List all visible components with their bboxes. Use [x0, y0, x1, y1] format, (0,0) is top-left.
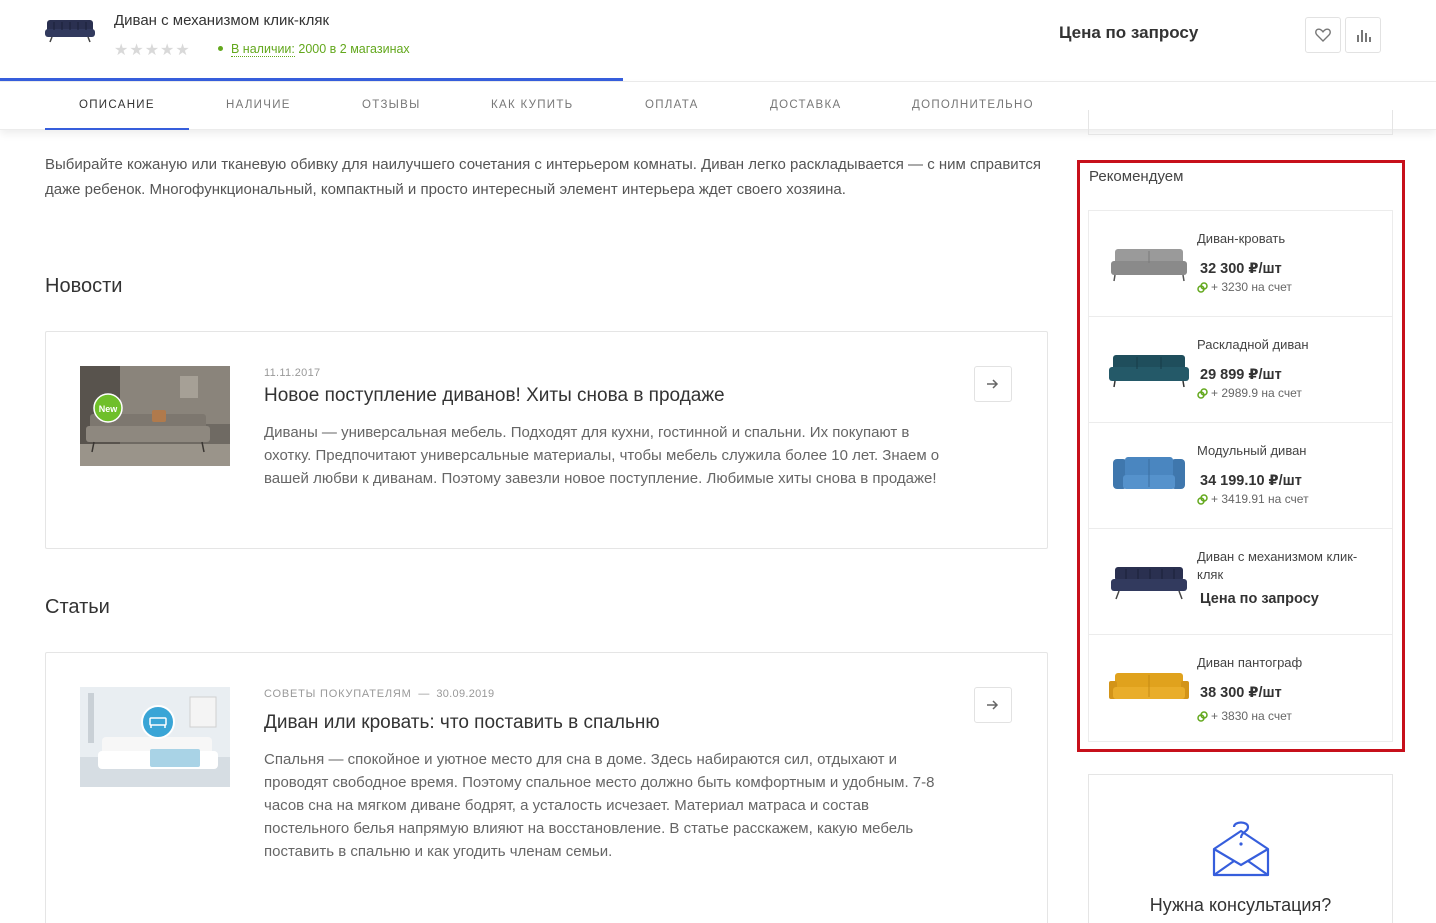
article-image[interactable] [80, 687, 230, 787]
header-price: Цена по запросу [1059, 23, 1199, 42]
bar-chart-icon [1357, 30, 1371, 42]
tab-delivery[interactable]: ДОСТАВКА [770, 82, 841, 130]
news-heading: Новости [45, 275, 123, 297]
stock-dot-icon [218, 46, 223, 51]
article-section[interactable]: Советы покупателям [264, 688, 412, 700]
arrow-right-icon [987, 379, 999, 389]
arrow-right-icon [987, 700, 999, 710]
scroll-progress-bar [0, 78, 623, 81]
rating-stars[interactable]: ★★★★★ [114, 40, 191, 60]
compare-button[interactable] [1345, 17, 1381, 53]
tab-how-to-buy[interactable]: КАК КУПИТЬ [491, 82, 574, 130]
news-date: 11.11.2017 [264, 367, 321, 379]
stock-status: В наличии: 2000 в 2 магазинах [218, 42, 410, 57]
sidebar-top-block [1088, 110, 1393, 135]
news-title[interactable]: Новое поступление диванов! Хиты снова в … [264, 385, 725, 407]
product-description: Выбирайте кожаную или тканевую обивку дл… [45, 156, 1042, 198]
product-title: Диван с механизмом клик-кляк [114, 12, 330, 29]
new-badge: New [99, 404, 119, 414]
recommend-highlight-frame [1077, 160, 1405, 752]
article-meta: Советы покупателям — 30.09.2019 [264, 688, 494, 700]
product-thumbnail [45, 20, 95, 43]
tab-payment[interactable]: ОПЛАТА [645, 82, 699, 130]
tab-description[interactable]: ОПИСАНИЕ [45, 82, 189, 130]
article-arrow-button[interactable] [974, 687, 1012, 723]
tab-availability[interactable]: НАЛИЧИЕ [226, 82, 291, 130]
stock-count: 2000 в 2 магазинах [298, 42, 410, 56]
consultation-title: Нужна консультация? [1149, 895, 1332, 915]
consultation-block[interactable]: Нужна консультация? [1088, 774, 1393, 923]
news-text: Диваны — универсальная мебель. Подходят … [264, 424, 940, 487]
mail-question-icon [1212, 821, 1270, 877]
tab-reviews[interactable]: ОТЗЫВЫ [362, 82, 421, 130]
tab-additional[interactable]: ДОПОЛНИТЕЛЬНО [912, 82, 1034, 130]
article-card[interactable]: Советы покупателям — 30.09.2019 Диван ил… [45, 652, 1048, 923]
articles-heading: Статьи [45, 596, 110, 618]
article-meta-separator: — [418, 688, 430, 700]
stock-link[interactable]: В наличии: [231, 42, 295, 57]
article-title[interactable]: Диван или кровать: что поставить в спаль… [264, 712, 660, 734]
news-arrow-button[interactable] [974, 366, 1012, 402]
article-date: 30.09.2019 [436, 688, 495, 700]
favorite-button[interactable] [1305, 17, 1341, 53]
heart-icon [1315, 28, 1331, 42]
news-image[interactable]: New [80, 366, 230, 466]
article-text: Спальня — спокойное и уютное место для с… [264, 751, 935, 860]
sticky-product-header: Диван с механизмом клик-кляк ★★★★★ В нал… [0, 0, 1436, 82]
news-card[interactable]: New 11.11.2017 Новое поступление диванов… [45, 331, 1048, 549]
